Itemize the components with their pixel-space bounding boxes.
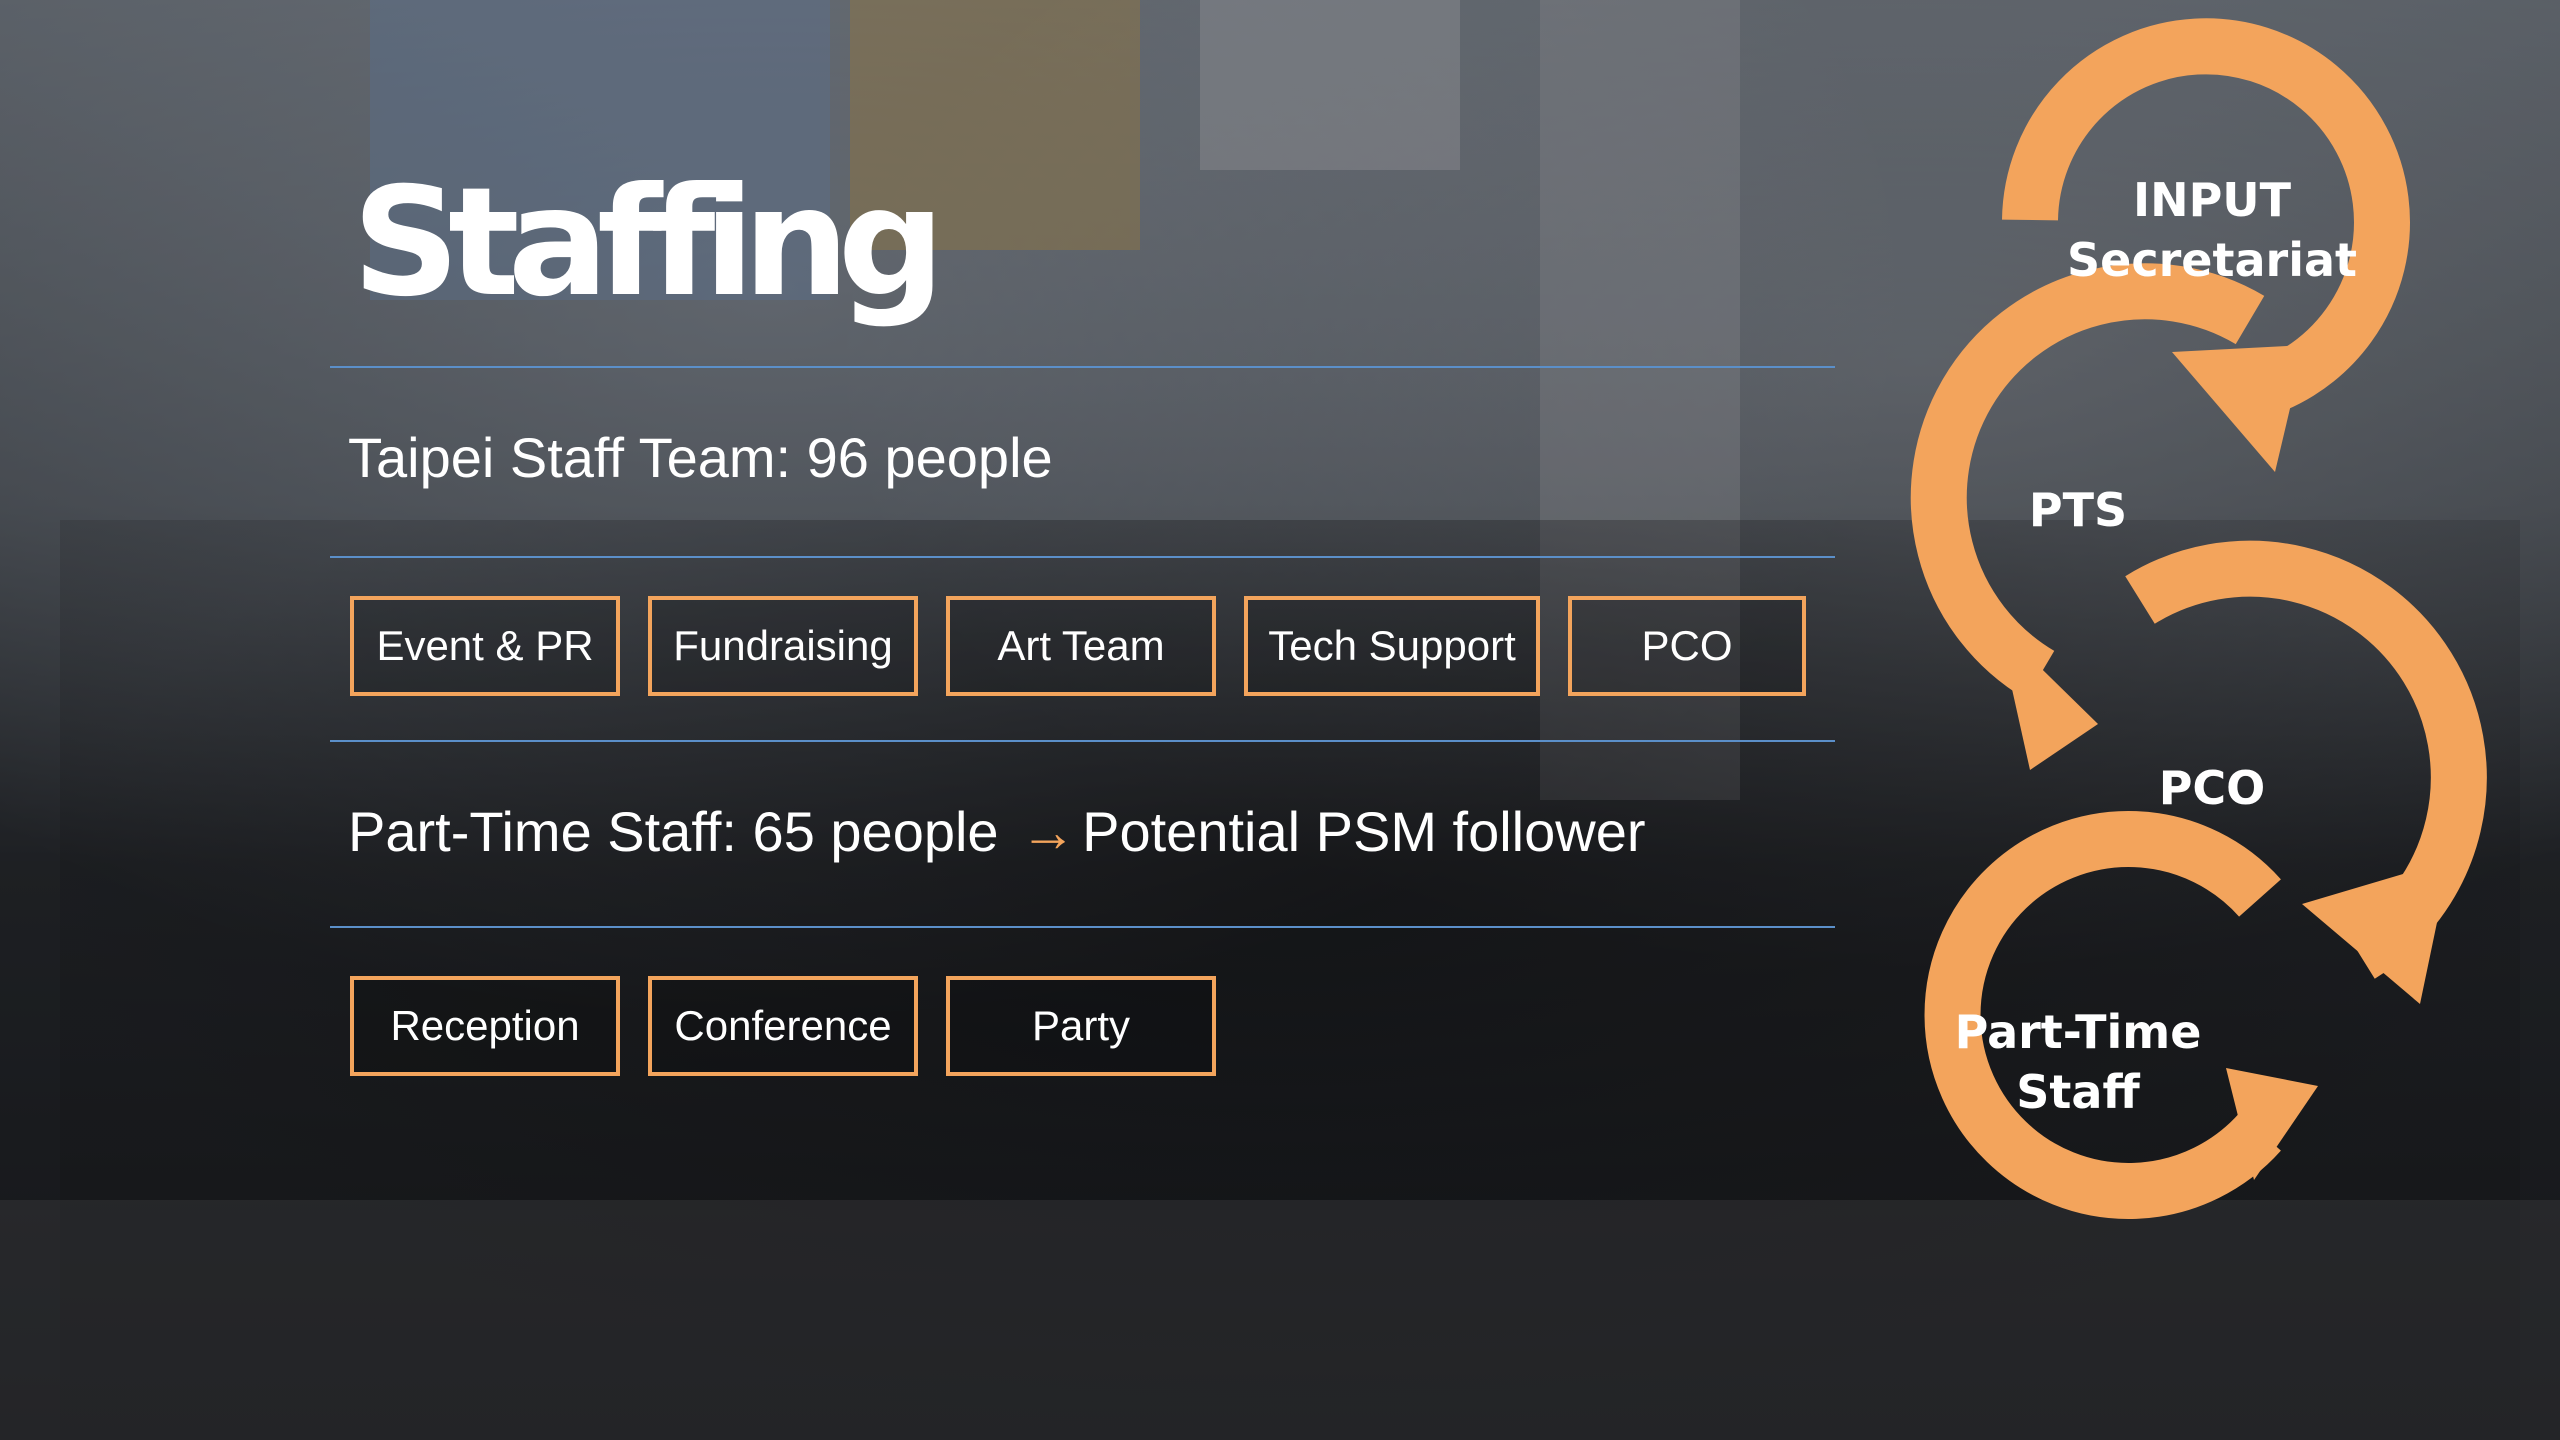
- staffing-cycle-diagram: INPUT Secretariat PTS PCO Part-Time Staf…: [1850, 0, 2560, 1440]
- divider-line: [330, 926, 1835, 928]
- taipei-team-heading: Taipei Staff Team: 96 people: [348, 426, 1053, 489]
- part-time-note: Potential PSM follower: [1082, 800, 1646, 863]
- cycle-label-parttime: Part-Time Staff: [1955, 1002, 2202, 1122]
- tag-art-team: Art Team: [946, 596, 1216, 696]
- arrow-right-icon: →: [1020, 800, 1077, 863]
- tag-pco: PCO: [1568, 596, 1806, 696]
- cycle-label-line: INPUT: [2132, 173, 2292, 227]
- part-time-heading: Part-Time Staff: 65 people → Potential PS…: [348, 804, 1646, 860]
- cycle-label-line: Staff: [2016, 1065, 2140, 1119]
- slide: Staffing Taipei Staff Team: 96 people Ev…: [0, 0, 2560, 1440]
- tag-fundraising: Fundraising: [648, 596, 918, 696]
- cycle-label-line: Secretariat: [2067, 233, 2357, 287]
- cycle-label-line: Part-Time: [1954, 1005, 2202, 1059]
- arrowhead-icon: [2172, 345, 2305, 472]
- tag-event-pr: Event & PR: [350, 596, 620, 696]
- part-time-count: Part-Time Staff: 65 people: [348, 800, 999, 863]
- divider-line: [330, 366, 1835, 368]
- cycle-label-input: INPUT Secretariat: [2067, 170, 2357, 290]
- divider-line: [330, 740, 1835, 742]
- tag-party: Party: [946, 976, 1216, 1076]
- cycle-label-pts: PTS: [2028, 483, 2128, 537]
- cycle-label-pco: PCO: [2158, 761, 2266, 815]
- arrowhead-icon: [2302, 860, 2450, 1004]
- tag-tech-support: Tech Support: [1244, 596, 1540, 696]
- divider-line: [330, 556, 1835, 558]
- tag-reception: Reception: [350, 976, 620, 1076]
- tag-conference: Conference: [648, 976, 918, 1076]
- slide-title: Staffing: [352, 156, 945, 330]
